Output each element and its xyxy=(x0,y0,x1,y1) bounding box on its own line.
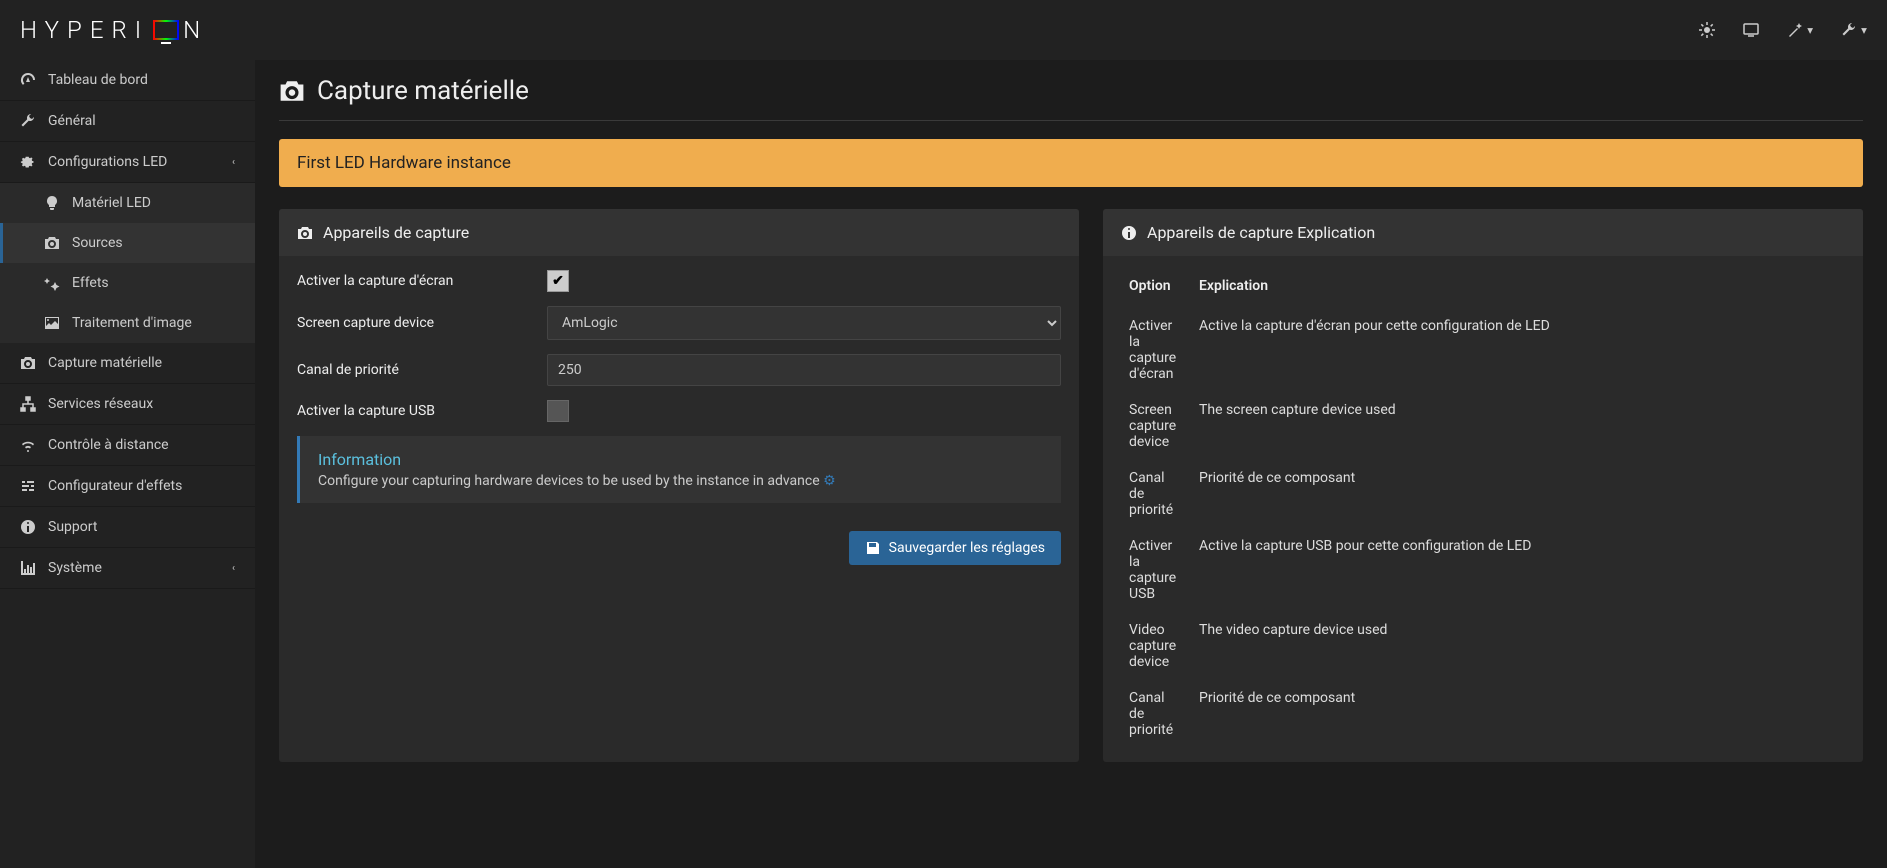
gear-icon[interactable]: ⚙ xyxy=(823,473,836,489)
sidebar-item-label: Configurateur d'effets xyxy=(48,478,182,494)
table-cell-text: Active la capture d'écran pour cette con… xyxy=(1191,308,1845,392)
panel-header: Appareils de capture xyxy=(279,209,1079,256)
table-row: Screen capture deviceThe screen capture … xyxy=(1121,392,1845,460)
table-cell-text: Priorité de ce composant xyxy=(1191,460,1845,528)
save-icon xyxy=(865,540,881,556)
table-cell-option: Activer la capture d'écran xyxy=(1121,308,1191,392)
sidebar-item-remote[interactable]: Contrôle à distance xyxy=(0,425,255,466)
wrench-icon xyxy=(20,113,36,129)
table-cell-option: Canal de priorité xyxy=(1121,460,1191,528)
dashboard-icon xyxy=(20,72,36,88)
camera-icon xyxy=(20,355,36,371)
table-cell-option: Video capture device xyxy=(1121,612,1191,680)
sparkle-icon xyxy=(44,275,60,291)
topbar: HYPERIN ▾ ▾ xyxy=(0,0,1887,60)
app-logo: HYPERIN xyxy=(20,16,208,44)
table-cell-text: Priorité de ce composant xyxy=(1191,680,1845,748)
table-header-option: Option xyxy=(1121,270,1191,308)
table-row: Video capture deviceThe video capture de… xyxy=(1121,612,1845,680)
table-cell-option: Screen capture device xyxy=(1121,392,1191,460)
wand-menu[interactable]: ▾ xyxy=(1787,22,1813,38)
info-icon xyxy=(20,519,36,535)
sidebar-item-image-processing[interactable]: Traitement d'image xyxy=(0,303,255,343)
gear-icon xyxy=(20,154,36,170)
chart-icon xyxy=(20,560,36,576)
panel-header: Appareils de capture Explication xyxy=(1103,209,1863,256)
table-cell-option: Canal de priorité xyxy=(1121,680,1191,748)
info-box: Information Configure your capturing har… xyxy=(297,436,1061,503)
sitemap-icon xyxy=(20,396,36,412)
sidebar-item-label: Système xyxy=(48,560,102,576)
sidebar-item-sources[interactable]: Sources xyxy=(0,223,255,263)
sidebar-item-hw-capture[interactable]: Capture matérielle xyxy=(0,343,255,384)
sidebar: Tableau de bord Général Configurations L… xyxy=(0,60,255,868)
wifi-icon xyxy=(20,437,36,453)
priority-label: Canal de priorité xyxy=(297,362,547,378)
sidebar-item-label: Tableau de bord xyxy=(48,72,148,88)
table-row: Canal de prioritéPriorité de ce composan… xyxy=(1121,460,1845,528)
save-button[interactable]: Sauvegarder les réglages xyxy=(849,531,1061,565)
chevron-left-icon: ‹ xyxy=(232,157,235,168)
capture-devices-panel: Appareils de capture Activer la capture … xyxy=(279,209,1079,762)
enable-screen-label: Activer la capture d'écran xyxy=(297,273,547,289)
sidebar-item-dashboard[interactable]: Tableau de bord xyxy=(0,60,255,101)
lightbulb-icon xyxy=(44,195,60,211)
sidebar-item-led-config[interactable]: Configurations LED ‹ xyxy=(0,142,255,183)
divider xyxy=(279,120,1863,121)
table-row: Canal de prioritéPriorité de ce composan… xyxy=(1121,680,1845,748)
sidebar-item-system[interactable]: Système ‹ xyxy=(0,548,255,589)
camera-icon xyxy=(279,78,305,104)
sidebar-item-effect-config[interactable]: Configurateur d'effets xyxy=(0,466,255,507)
table-cell-text: The screen capture device used xyxy=(1191,392,1845,460)
sidebar-item-label: Support xyxy=(48,519,97,535)
enable-usb-checkbox[interactable] xyxy=(547,400,569,422)
table-cell-option: Activer la capture USB xyxy=(1121,528,1191,612)
sidebar-item-label: Traitement d'image xyxy=(72,315,192,331)
chevron-left-icon: ‹ xyxy=(232,563,235,574)
info-icon xyxy=(1121,225,1137,241)
sliders-icon xyxy=(20,478,36,494)
logo-box-icon xyxy=(153,20,179,40)
brightness-icon[interactable] xyxy=(1699,22,1715,38)
sidebar-item-led-hardware[interactable]: Matériel LED xyxy=(0,183,255,223)
explanation-panel: Appareils de capture Explication Option … xyxy=(1103,209,1863,762)
priority-input[interactable] xyxy=(547,354,1061,386)
table-header-explication: Explication xyxy=(1191,270,1845,308)
sidebar-item-effects[interactable]: Effets xyxy=(0,263,255,303)
sidebar-item-label: Configurations LED xyxy=(48,154,167,170)
explanation-table: Option Explication Activer la capture d'… xyxy=(1121,270,1845,748)
sidebar-item-general[interactable]: Général xyxy=(0,101,255,142)
monitor-icon[interactable] xyxy=(1743,22,1759,38)
sidebar-item-label: Effets xyxy=(72,275,109,291)
page-title: Capture matérielle xyxy=(279,76,1863,106)
camera-icon xyxy=(44,235,60,251)
enable-usb-label: Activer la capture USB xyxy=(297,403,547,419)
sidebar-item-label: Matériel LED xyxy=(72,195,151,211)
topbar-actions: ▾ ▾ xyxy=(1699,22,1867,38)
sidebar-item-label: Sources xyxy=(72,235,123,251)
enable-screen-checkbox[interactable] xyxy=(547,270,569,292)
sidebar-item-support[interactable]: Support xyxy=(0,507,255,548)
sidebar-item-network[interactable]: Services réseaux xyxy=(0,384,255,425)
screen-device-label: Screen capture device xyxy=(297,315,547,331)
table-cell-text: Active la capture USB pour cette configu… xyxy=(1191,528,1845,612)
table-row: Activer la capture USBActive la capture … xyxy=(1121,528,1845,612)
sidebar-item-label: Contrôle à distance xyxy=(48,437,169,453)
instance-alert: First LED Hardware instance xyxy=(279,139,1863,187)
sidebar-item-label: Général xyxy=(48,113,96,129)
tools-menu[interactable]: ▾ xyxy=(1841,22,1867,38)
table-row: Activer la capture d'écranActive la capt… xyxy=(1121,308,1845,392)
sidebar-item-label: Services réseaux xyxy=(48,396,153,412)
camera-icon xyxy=(297,225,313,241)
sidebar-item-label: Capture matérielle xyxy=(48,355,162,371)
screen-device-select[interactable]: AmLogic xyxy=(547,306,1061,340)
info-title: Information xyxy=(318,450,1043,469)
info-text: Configure your capturing hardware device… xyxy=(318,473,1043,489)
picture-icon xyxy=(44,315,60,331)
table-cell-text: The video capture device used xyxy=(1191,612,1845,680)
main-content: Capture matérielle First LED Hardware in… xyxy=(255,60,1887,868)
